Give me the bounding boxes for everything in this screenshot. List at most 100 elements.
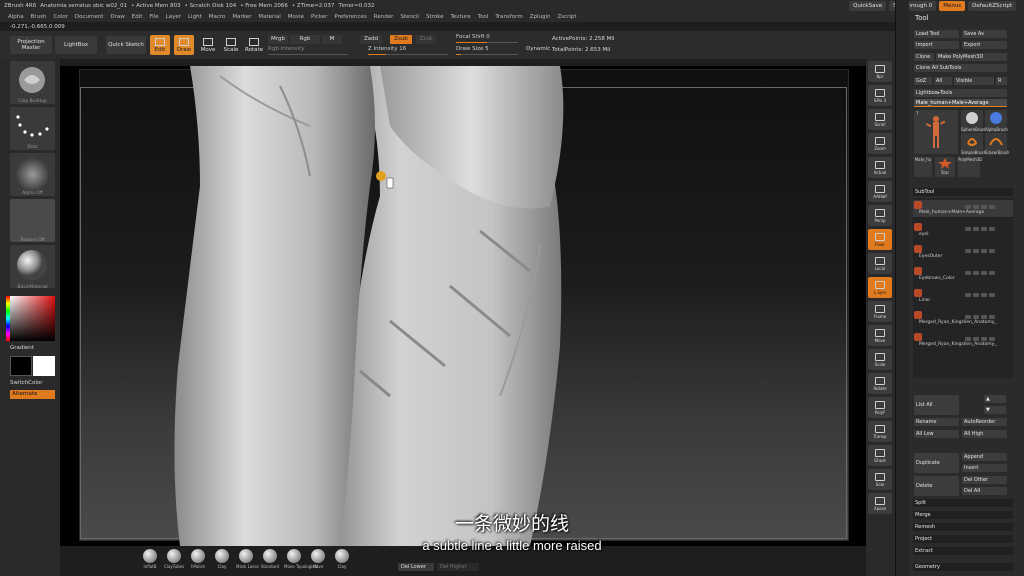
menu-item-stroke[interactable]: Stroke [426, 14, 444, 20]
subtool-toggles[interactable] [963, 292, 1009, 297]
shelf-move-button[interactable]: Move [868, 325, 892, 346]
subtool-toggles[interactable] [963, 314, 1009, 319]
goz-r-button[interactable]: R [996, 77, 1007, 85]
geometry-section[interactable]: Geometry [913, 563, 1013, 571]
subtool-toggles[interactable] [963, 204, 1009, 209]
document-canvas[interactable] [60, 66, 866, 546]
shelf-bpr-button[interactable]: Bpr [868, 61, 892, 82]
del-other-button[interactable]: Del Other [962, 476, 1007, 484]
color-picker[interactable] [10, 296, 55, 341]
subtool-row[interactable]: Merged_Ryan_Kingslien_Anatomy_ [913, 310, 1013, 328]
subtool-row[interactable]: Male_human+Male+Average [913, 200, 1013, 218]
texture-thumbnail[interactable] [10, 199, 55, 242]
main-color-swatch[interactable] [10, 356, 32, 376]
menu-item-light[interactable]: Light [188, 14, 202, 20]
alternate-button[interactable]: Alternate [10, 390, 55, 399]
menu-item-picker[interactable]: Picker [311, 14, 327, 20]
hue-strip[interactable] [6, 296, 10, 341]
secondary-color-swatch[interactable] [33, 356, 55, 376]
current-tool-slider[interactable]: Male_human+Male+Average [914, 99, 1007, 107]
subtool-row[interactable]: Eyebrows_Color [913, 266, 1013, 284]
move-down-arrow[interactable]: ▼ [984, 406, 1006, 414]
menu-item-file[interactable]: File [149, 14, 158, 20]
list-all-button[interactable]: List All [914, 395, 959, 415]
lightbox-button[interactable]: LightBox [55, 36, 97, 54]
menu-item-zscript[interactable]: Zscript [557, 14, 576, 20]
clone-button[interactable]: Clone [914, 53, 934, 61]
focal-shift-slider[interactable]: Focal Shift 0 [456, 34, 518, 43]
menu-item-macro[interactable]: Macro [209, 14, 226, 20]
shelf-local-button[interactable]: Local [868, 253, 892, 274]
delete-button[interactable]: Delete [914, 476, 959, 496]
polymesh-thumb[interactable]: PolyMesh3D [958, 157, 982, 177]
menu-item-tool[interactable]: Tool [478, 14, 489, 20]
make-polymesh-button[interactable]: Make PolyMesh3D [936, 53, 1007, 61]
subtool-toggles[interactable] [963, 226, 1009, 231]
rgb-toggle[interactable]: Rgb [290, 35, 320, 44]
brush-thumbnail[interactable] [10, 61, 55, 104]
subtool-toggles[interactable] [963, 248, 1009, 253]
menu-item-texture[interactable]: Texture [451, 14, 471, 20]
current-tool-thumbnail[interactable]: 7 [914, 110, 958, 154]
menu-item-zplugin[interactable]: Zplugin [530, 14, 551, 20]
shelf-ghost-button[interactable]: Ghost [868, 445, 892, 466]
sphere-brush-thumb[interactable]: SphereBrush [961, 110, 987, 132]
clone-all-subtools-button[interactable]: Clone All SubTools [914, 64, 1007, 72]
all-high-button[interactable]: All High [962, 430, 1007, 438]
menus-button[interactable]: Menus [939, 1, 966, 11]
shelf-l-sym-button[interactable]: L.Sym [868, 277, 892, 298]
menu-item-preferences[interactable]: Preferences [334, 14, 366, 20]
subtool-row[interactable]: Merged_Ryan_Kingslien_Anatomy_ [913, 332, 1013, 350]
simple-brush-thumb[interactable]: SimpleBrush [961, 133, 986, 155]
mrgb-toggle[interactable]: Mrgb [268, 35, 288, 44]
del-all-button[interactable]: Del All [962, 487, 1007, 495]
subtool-toggles[interactable] [963, 336, 1009, 341]
menu-item-draw[interactable]: Draw [110, 14, 124, 20]
move-up-arrow[interactable]: ▲ [984, 395, 1006, 403]
subtool-row[interactable]: EyesOuter [913, 244, 1013, 262]
insert-button[interactable]: Insert [962, 464, 1007, 472]
subtool-toggles[interactable] [963, 270, 1009, 275]
shelf-scale-button[interactable]: Scale [868, 349, 892, 370]
star-thumb[interactable]: Star [935, 157, 955, 177]
shelf-spix-3-button[interactable]: SPix 3 [868, 85, 892, 106]
alpha-brush-thumb[interactable]: AlphaBrush [985, 110, 1008, 132]
draw-size-slider[interactable]: Draw Size 5 [456, 46, 518, 55]
save-as-button[interactable]: Save As [962, 30, 1007, 38]
switch-color-button[interactable]: SwitchColor [10, 380, 43, 386]
menu-item-movie[interactable]: Movie [288, 14, 304, 20]
split-section[interactable]: Split [913, 499, 1013, 507]
menu-item-brush[interactable]: Brush [31, 14, 47, 20]
autoreorder-button[interactable]: AutoReorder [962, 418, 1007, 426]
subtool-row[interactable]: Liner [913, 288, 1013, 306]
quicksave-button[interactable]: QuickSave [849, 1, 887, 11]
lightbox-tools-button[interactable]: Lightbox▸Tools [914, 89, 1007, 97]
alpha-thumbnail[interactable] [10, 153, 55, 196]
menu-item-marker[interactable]: Marker [232, 14, 251, 20]
zadd-toggle[interactable]: Zadd [360, 35, 382, 44]
zsub-toggle[interactable]: Zsub [390, 35, 412, 44]
zcut-toggle[interactable]: Zcut [416, 35, 436, 44]
rgb-intensity-slider[interactable]: Rgb Intensity [268, 46, 348, 55]
shelf-persp-button[interactable]: Persp [868, 205, 892, 226]
goz-button[interactable]: GoZ [914, 77, 932, 85]
del-higher-button[interactable]: Del Higher [437, 563, 479, 571]
shelf-polyf-button[interactable]: PolyF [868, 397, 892, 418]
menu-item-material[interactable]: Material [258, 14, 280, 20]
export-button[interactable]: Export [962, 41, 1007, 49]
all-low-button[interactable]: All Low [914, 430, 959, 438]
menu-item-transform[interactable]: Transform [495, 14, 522, 20]
shelf-scroll-button[interactable]: Scroll [868, 109, 892, 130]
eraser-brush-thumb[interactable]: EraserBrush [985, 133, 1009, 155]
rename-button[interactable]: Rename [914, 418, 959, 426]
subtool-row[interactable]: eyel [913, 222, 1013, 240]
tray-divider[interactable] [895, 0, 909, 576]
shelf-zoom-button[interactable]: Zoom [868, 133, 892, 154]
duplicate-button[interactable]: Duplicate [914, 453, 959, 473]
shelf-solo-button[interactable]: Solo [868, 469, 892, 490]
load-tool-button[interactable]: Load Tool [914, 30, 959, 38]
z-intensity-slider[interactable]: Z Intensity 16 [368, 46, 448, 55]
draw-button[interactable]: Draw [174, 35, 194, 55]
scale-button[interactable]: Scale [221, 35, 241, 55]
gradient-toggle[interactable]: Gradient [10, 345, 34, 351]
